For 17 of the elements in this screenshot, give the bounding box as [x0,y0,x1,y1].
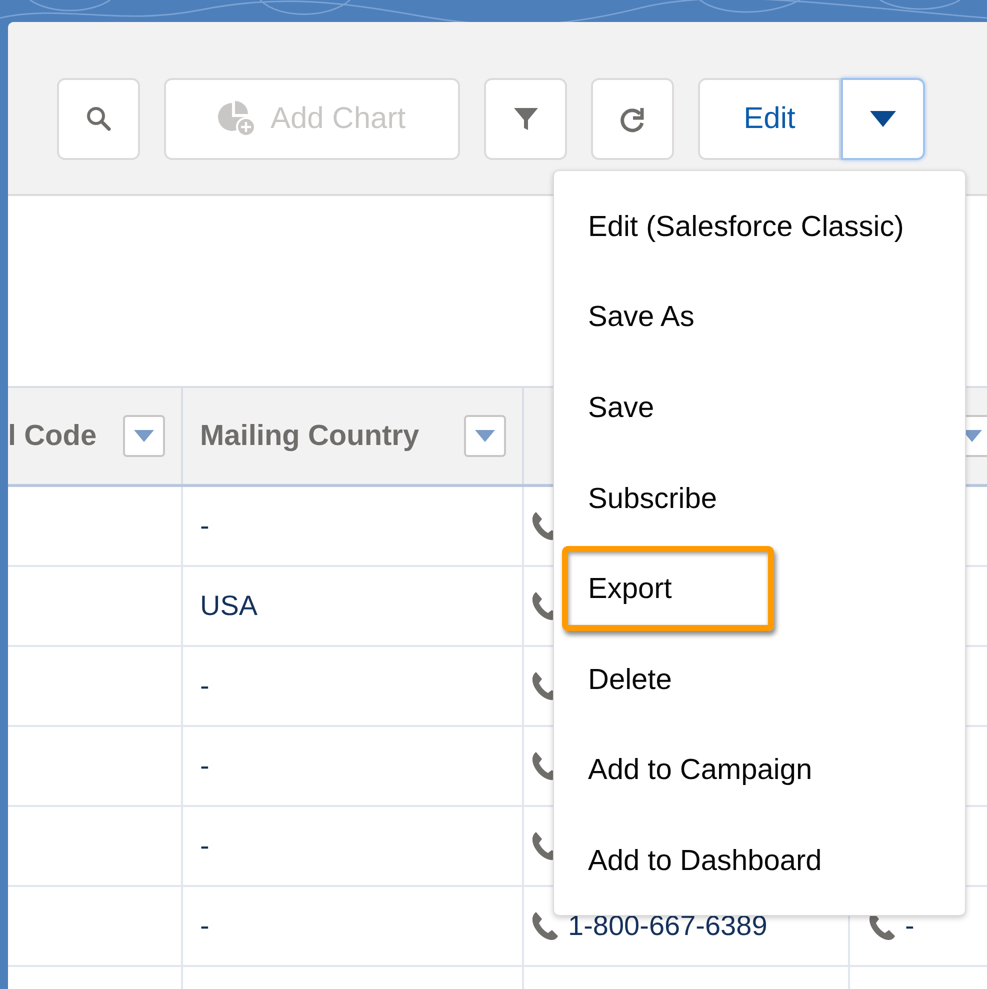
country-link[interactable]: - [200,750,210,782]
column-title: l Code [8,420,97,452]
menu-item[interactable]: Add to Dashboard [554,816,965,907]
edit-button[interactable]: Edit [698,78,841,160]
country-link[interactable]: - [200,670,210,702]
country-link[interactable]: - [200,830,210,862]
menu-item[interactable]: Delete [554,634,965,726]
country-link[interactable]: USA [200,590,258,622]
country-link[interactable]: - [200,910,210,942]
menu-item[interactable]: Subscribe [554,454,965,544]
menu-item[interactable]: Edit (Salesforce Classic) [554,182,965,273]
menu-item[interactable]: Add to Campaign [554,726,965,816]
menu-item[interactable]: Save As [554,272,965,364]
menu-item[interactable]: Export [554,544,965,635]
country-link[interactable]: - [200,510,210,542]
menu-item[interactable]: Save [554,363,965,454]
column-title: Mailing Country [200,420,420,452]
